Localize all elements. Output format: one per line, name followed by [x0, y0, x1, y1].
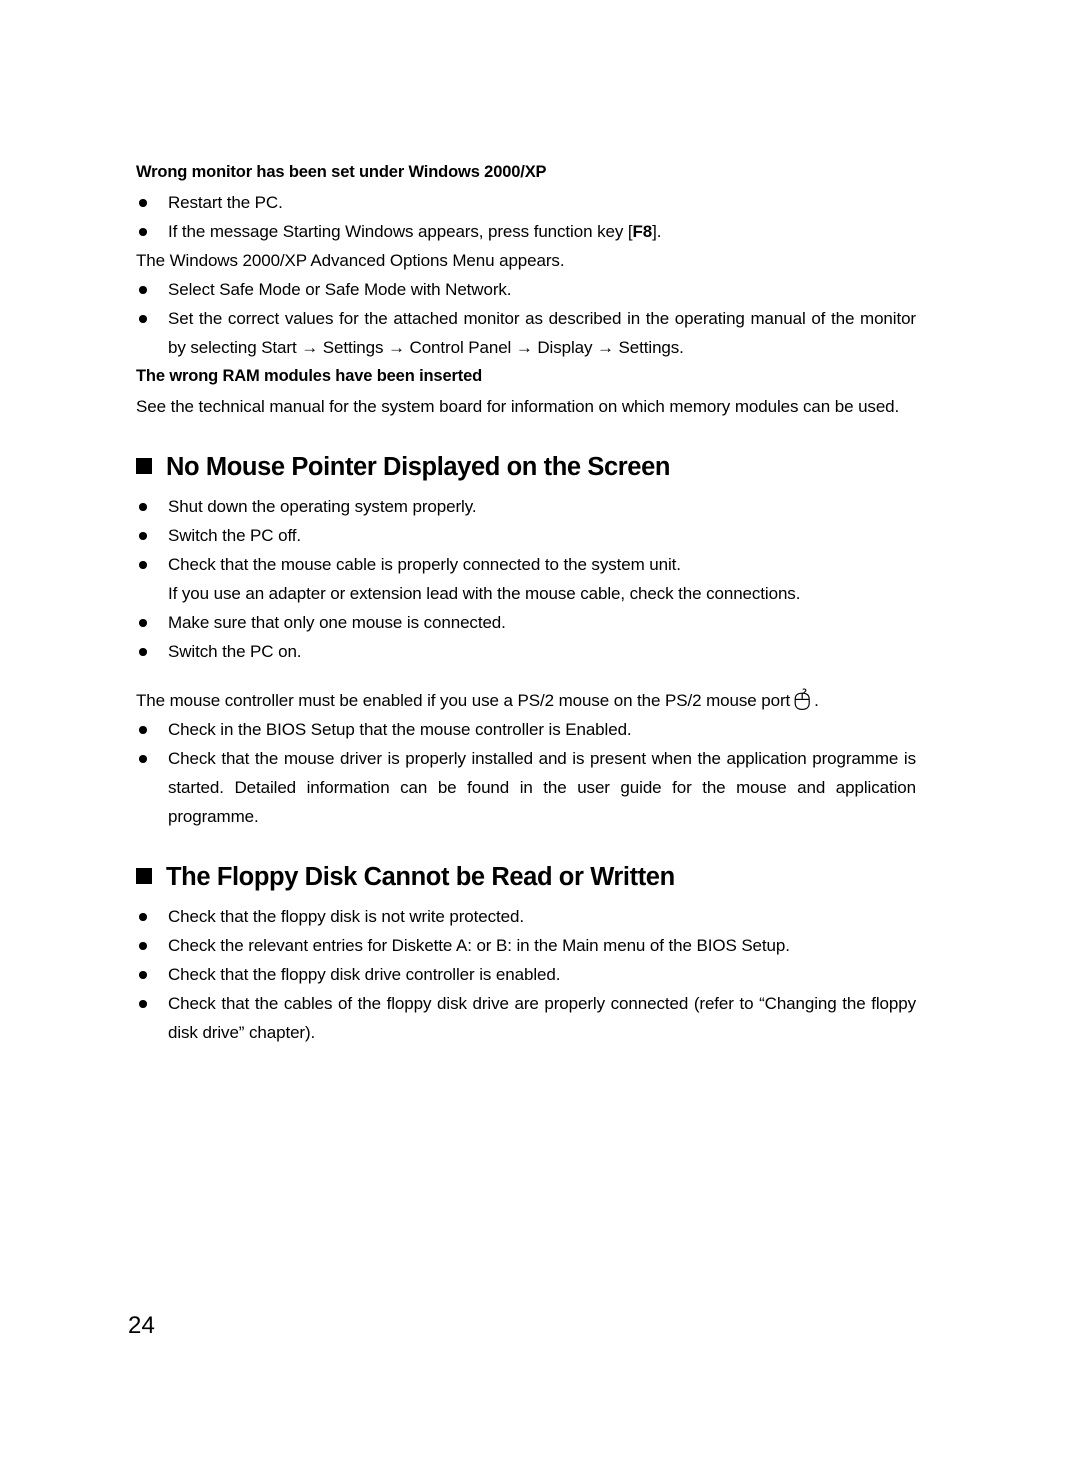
bullet-list-wrong-monitor-2: Select Safe Mode or Safe Mode with Netwo…	[136, 275, 916, 362]
bullet-list-wrong-monitor-1: Restart the PC. If the message Starting …	[136, 188, 916, 246]
bullet-dot-icon	[139, 726, 147, 734]
list-item: Switch the PC on.	[136, 637, 916, 666]
list-item-label: Check that the mouse cable is properly c…	[168, 555, 681, 574]
section-heading-no-mouse-pointer: No Mouse Pointer Displayed on the Screen	[136, 451, 916, 483]
bullet-dot-icon	[139, 503, 147, 511]
bullet-dot-icon	[139, 561, 147, 569]
bullet-dot-icon	[139, 1000, 147, 1008]
heading-spacer	[136, 893, 916, 902]
bullet-dot-icon	[139, 913, 147, 921]
heading-spacer	[136, 483, 916, 492]
list-item: Check in the BIOS Setup that the mouse c…	[136, 715, 916, 744]
sub-note-adapter-extension: If you use an adapter or extension lead …	[168, 584, 801, 603]
note-memory-modules: See the technical manual for the system …	[136, 397, 900, 416]
note-ps2-prefix: The mouse controller must be enabled if …	[136, 691, 791, 710]
list-item-label: Check that the mouse driver is properly …	[168, 749, 916, 826]
section-heading-floppy-disk: The Floppy Disk Cannot be Read or Writte…	[136, 861, 916, 893]
section-wrong-ram: The wrong RAM modules have been inserted…	[136, 362, 916, 421]
list-item-label: Check that the floppy disk is not write …	[168, 907, 524, 926]
list-item-label: Check that the cables of the floppy disk…	[168, 994, 916, 1042]
bullet-dot-icon	[139, 199, 147, 207]
bullet-dot-icon	[139, 971, 147, 979]
list-item: Make sure that only one mouse is connect…	[136, 608, 916, 637]
list-item-label: Make sure that only one mouse is connect…	[168, 613, 506, 632]
section-no-mouse-pointer: No Mouse Pointer Displayed on the Screen…	[136, 451, 916, 831]
list-item: Select Safe Mode or Safe Mode with Netwo…	[136, 275, 916, 304]
bullet-list-mouse-2: Make sure that only one mouse is connect…	[136, 608, 916, 666]
mouse-port-icon	[794, 688, 811, 712]
list-item: Shut down the operating system properly.	[136, 492, 916, 521]
list-item-label: Select Safe Mode or Safe Mode with Netwo…	[168, 280, 512, 299]
list-item-label: Check in the BIOS Setup that the mouse c…	[168, 720, 632, 739]
list-item: Check the relevant entries for Diskette …	[136, 931, 916, 960]
list-item: Check that the floppy disk is not write …	[136, 902, 916, 931]
list-item: Set the correct values for the attached …	[136, 304, 916, 362]
square-bullet-icon	[136, 458, 152, 474]
list-item: If the message Starting Windows appears,…	[136, 217, 916, 246]
section-heading-label: No Mouse Pointer Displayed on the Screen	[166, 453, 671, 481]
list-item: Check that the mouse cable is properly c…	[136, 550, 916, 579]
list-item: Check that the cables of the floppy disk…	[136, 989, 916, 1047]
section-heading-label: The Floppy Disk Cannot be Read or Writte…	[166, 863, 675, 891]
bullet-dot-icon	[139, 755, 147, 763]
f8-line-suffix: ].	[652, 222, 662, 241]
bullet-dot-icon	[139, 619, 147, 627]
bullet-dot-icon	[139, 315, 147, 323]
bullet-dot-icon	[139, 532, 147, 540]
list-item-label: Switch the PC off.	[168, 526, 302, 545]
document-page: Wrong monitor has been set under Windows…	[0, 0, 1080, 1471]
list-item: Check that the mouse driver is properly …	[136, 744, 916, 831]
list-item-label: Restart the PC.	[168, 193, 283, 212]
list-item-label: Switch the PC on.	[168, 642, 302, 661]
list-item: Check that the floppy disk drive control…	[136, 960, 916, 989]
list-item: Restart the PC.	[136, 188, 916, 217]
subsection-heading-wrong-monitor: Wrong monitor has been set under Windows…	[136, 163, 547, 181]
bullet-list-floppy: Check that the floppy disk is not write …	[136, 902, 916, 1047]
page-number: 24	[128, 1312, 156, 1339]
section-floppy-disk: The Floppy Disk Cannot be Read or Writte…	[136, 861, 916, 1047]
section-wrong-monitor: Wrong monitor has been set under Windows…	[136, 158, 916, 362]
list-item-label: Check that the floppy disk drive control…	[168, 965, 561, 984]
bullet-dot-icon	[139, 228, 147, 236]
bullet-dot-icon	[139, 286, 147, 294]
list-item-label: If the message Starting Windows appears,…	[168, 222, 661, 241]
list-item-label: Check the relevant entries for Diskette …	[168, 936, 790, 955]
list-item-label: Shut down the operating system properly.	[168, 497, 477, 516]
subsection-heading-wrong-ram: The wrong RAM modules have been inserted	[136, 367, 483, 385]
bullet-dot-icon	[139, 648, 147, 656]
note-advanced-options-menu: The Windows 2000/XP Advanced Options Men…	[136, 251, 565, 270]
bullet-dot-icon	[139, 942, 147, 950]
list-item: Switch the PC off.	[136, 521, 916, 550]
f8-line-prefix: If the message Starting Windows appears,…	[168, 222, 633, 241]
bullet-list-mouse-3: Check in the BIOS Setup that the mouse c…	[136, 715, 916, 831]
bullet-list-mouse-1: Shut down the operating system properly.…	[136, 492, 916, 579]
f8-key-label: F8	[632, 222, 653, 241]
note-ps2-suffix: .	[814, 691, 819, 710]
square-bullet-icon	[136, 868, 152, 884]
note-ps2-mouse-controller: The mouse controller must be enabled if …	[136, 686, 916, 715]
list-item-label: Set the correct values for the attached …	[168, 309, 916, 357]
page-content: Wrong monitor has been set under Windows…	[136, 158, 916, 1047]
